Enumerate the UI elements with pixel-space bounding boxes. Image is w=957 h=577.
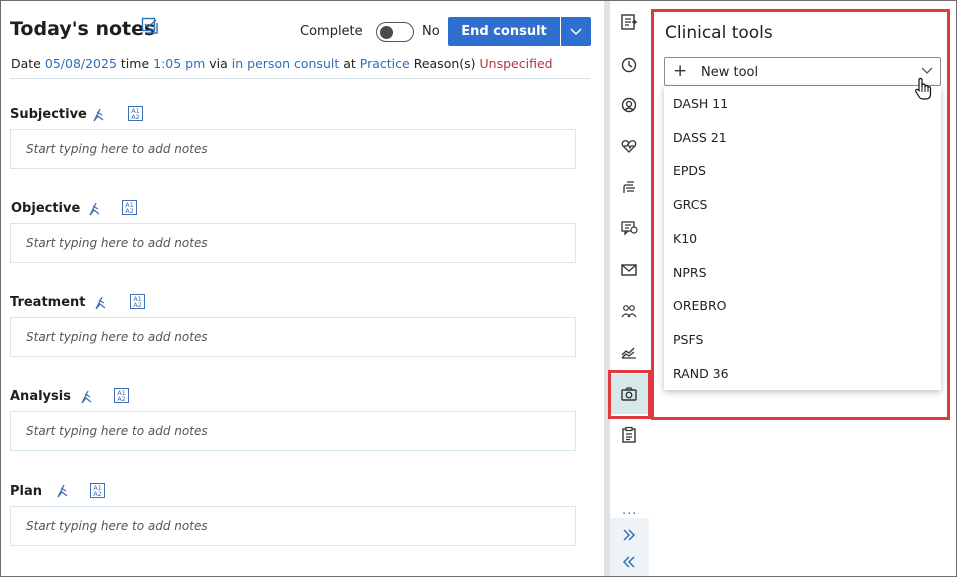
time-label: time xyxy=(120,56,150,71)
complete-label: Complete xyxy=(300,24,363,39)
chevron-down-icon xyxy=(570,27,582,35)
text-size-icon-line2: A2 xyxy=(125,207,134,215)
consult-meta: Date 05/08/2025 time 1:05 pm via in pers… xyxy=(11,56,553,71)
via-label: via xyxy=(209,56,228,71)
objective-notes-input[interactable]: Start typing here to add notes xyxy=(10,223,576,263)
text-size-icon[interactable]: A1 A2 xyxy=(90,483,105,498)
highlight-clinical-tools-panel xyxy=(651,9,950,420)
text-size-icon-line2: A2 xyxy=(93,490,102,498)
text-size-icon-line2: A2 xyxy=(131,113,140,121)
complete-toggle-value: No xyxy=(422,24,440,39)
user-circle-icon[interactable] xyxy=(620,96,638,114)
envelope-icon[interactable] xyxy=(620,261,638,279)
text-size-icon-line2: A2 xyxy=(133,301,142,309)
people-icon[interactable] xyxy=(620,302,638,320)
magic-wand-icon[interactable] xyxy=(55,482,69,498)
collapse-icon[interactable] xyxy=(620,553,638,571)
subjective-notes-input[interactable]: Start typing here to add notes xyxy=(10,129,576,169)
magic-wand-icon[interactable] xyxy=(93,294,107,310)
allergy-hand-icon[interactable] xyxy=(620,178,638,196)
clipboard-icon[interactable] xyxy=(620,426,638,444)
chat-icon[interactable] xyxy=(620,219,638,237)
section-label-treatment: Treatment xyxy=(10,295,86,310)
chart-icon[interactable] xyxy=(620,343,638,361)
location-link[interactable]: Practice xyxy=(360,56,410,71)
end-consult-dropdown-button[interactable] xyxy=(561,17,591,46)
consult-type-link[interactable]: in person consult xyxy=(232,56,339,71)
text-size-icon[interactable]: A1 A2 xyxy=(128,106,143,121)
complete-toggle[interactable] xyxy=(376,22,414,42)
treatment-notes-input[interactable]: Start typing here to add notes xyxy=(10,317,576,357)
text-size-icon[interactable]: A1 A2 xyxy=(114,388,129,403)
reason-label: Reason(s) xyxy=(413,56,476,71)
end-consult-button[interactable]: End consult xyxy=(448,17,560,46)
date-link[interactable]: 05/08/2025 xyxy=(45,56,117,71)
icon-rail xyxy=(610,1,649,576)
magic-wand-icon[interactable] xyxy=(91,106,105,122)
at-label: at xyxy=(343,56,356,71)
text-size-icon[interactable]: A1 A2 xyxy=(130,294,145,309)
notes-icon[interactable] xyxy=(620,13,638,31)
page-title: Today's notes xyxy=(10,18,156,40)
reason-link[interactable]: Unspecified xyxy=(480,56,553,71)
section-label-analysis: Analysis xyxy=(10,389,71,404)
text-size-icon-line2: A2 xyxy=(117,395,126,403)
section-label-subjective: Subjective xyxy=(10,107,87,122)
highlight-camera-rail-item xyxy=(608,370,651,419)
time-link[interactable]: 1:05 pm xyxy=(153,56,205,71)
plan-notes-input[interactable]: Start typing here to add notes xyxy=(10,506,576,546)
magic-wand-icon[interactable] xyxy=(87,200,101,216)
header-divider xyxy=(10,78,590,79)
magic-wand-icon[interactable] xyxy=(79,388,93,404)
expand-icon[interactable] xyxy=(620,526,638,544)
edit-notes-icon[interactable] xyxy=(141,17,159,35)
analysis-notes-input[interactable]: Start typing here to add notes xyxy=(10,411,576,451)
heart-pulse-icon[interactable] xyxy=(620,137,638,155)
section-label-plan: Plan xyxy=(10,484,43,499)
date-label: Date xyxy=(11,56,41,71)
toggle-knob xyxy=(380,25,393,39)
more-icon[interactable]: ... xyxy=(622,503,637,518)
section-label-objective: Objective xyxy=(11,201,81,216)
text-size-icon[interactable]: A1 A2 xyxy=(122,200,137,215)
clock-icon[interactable] xyxy=(620,56,638,74)
